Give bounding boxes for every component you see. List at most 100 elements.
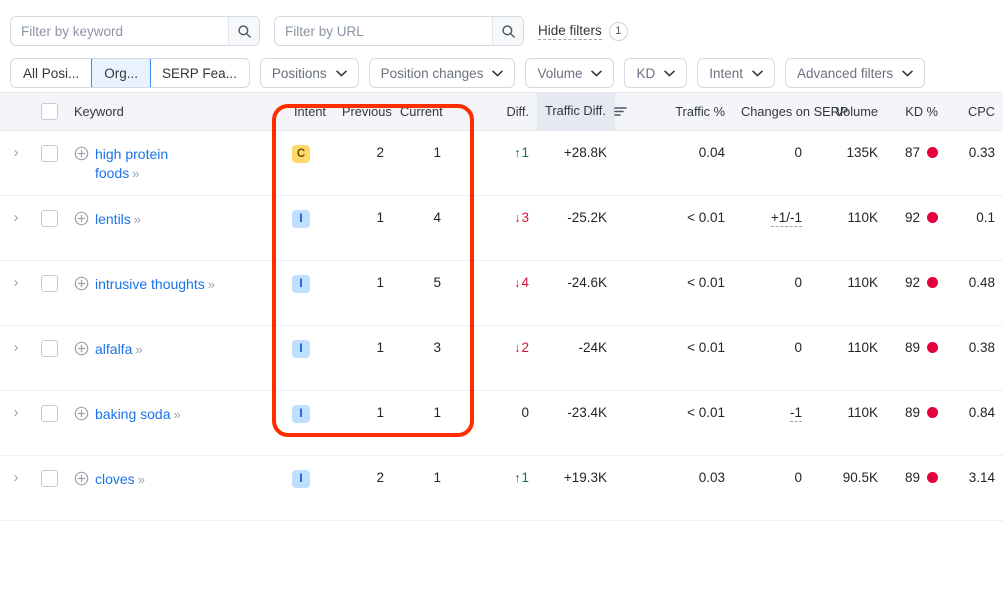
add-keyword-icon[interactable]	[74, 146, 89, 164]
segment-serp-features[interactable]: SERP Fea...	[150, 59, 249, 87]
row-expand-toggle[interactable]: ›	[14, 404, 19, 421]
keyword-text: intrusive thoughts	[95, 276, 205, 292]
header-diff[interactable]: Diff.	[449, 92, 537, 131]
header-keyword[interactable]: Keyword	[66, 92, 218, 131]
filter-positions-label: Positions	[271, 65, 327, 81]
cell-cpc: 0.48	[946, 260, 1003, 326]
cell-changes-on-serp-value: 0	[794, 340, 802, 355]
intent-badge[interactable]: I	[292, 275, 310, 293]
header-traffic-pct[interactable]: Traffic %	[615, 92, 733, 131]
header-cpc[interactable]: CPC	[946, 92, 1003, 131]
url-search-button[interactable]	[492, 17, 523, 45]
intent-badge[interactable]: I	[292, 340, 310, 358]
intent-badge[interactable]: I	[292, 470, 310, 488]
row-expand-toggle[interactable]: ›	[14, 274, 19, 291]
add-keyword-icon[interactable]	[74, 406, 89, 424]
header-select-all[interactable]	[32, 92, 66, 131]
cell-traffic-diff: -25.2K	[537, 195, 615, 261]
cell-changes-on-serp-value[interactable]: +1/-1	[770, 210, 802, 227]
row-expand-toggle[interactable]: ›	[14, 144, 19, 161]
add-keyword-icon[interactable]	[74, 276, 89, 294]
add-keyword-icon[interactable]	[74, 211, 89, 229]
row-select-checkbox[interactable]	[40, 275, 58, 292]
filter-intent[interactable]: Intent	[697, 58, 776, 88]
search-input-keyword[interactable]	[11, 17, 228, 45]
row-select-checkbox[interactable]	[40, 210, 58, 227]
table-row[interactable]: › intrusive thoughts» I 1 5 ↓4 -24.6K < 0.01 0 11…	[0, 260, 1003, 326]
header-previous[interactable]: Previous	[334, 92, 392, 131]
chevron-down-icon	[492, 70, 504, 77]
filter-advanced[interactable]: Advanced filters	[785, 58, 926, 88]
add-keyword-icon[interactable]	[74, 471, 89, 489]
cell-traffic-diff: -24K	[537, 325, 615, 391]
cell-changes-on-serp-value: 0	[794, 145, 802, 160]
cell-kd: 92	[886, 195, 946, 261]
keyword-expand-icon[interactable]: »	[134, 212, 141, 227]
keyword-expand-icon[interactable]: »	[208, 277, 215, 292]
row-select-checkbox[interactable]	[40, 405, 58, 422]
filter-kd[interactable]: KD	[624, 58, 688, 88]
header-intent[interactable]: Intent	[268, 92, 334, 131]
header-kd[interactable]: KD %	[886, 92, 946, 131]
intent-badge[interactable]: I	[292, 210, 310, 228]
table-header-row: Keyword Intent Previous Current Diff. Tr…	[0, 92, 1003, 131]
cell-volume: 135K	[810, 130, 886, 196]
search-input-url[interactable]	[275, 17, 492, 45]
segment-organic[interactable]: Org...	[91, 59, 152, 87]
cell-previous: 1	[334, 260, 392, 326]
row-expand-toggle[interactable]: ›	[14, 339, 19, 356]
keyword-link[interactable]: high protein foods»	[95, 145, 215, 183]
add-keyword-icon[interactable]	[74, 341, 89, 359]
keyword-expand-icon[interactable]: »	[174, 407, 181, 422]
keyword-link[interactable]: cloves»	[95, 470, 145, 489]
keyword-text: cloves	[95, 471, 135, 487]
kd-difficulty-dot-icon	[927, 342, 938, 353]
header-diff-label: Diff.	[506, 104, 529, 119]
cell-traffic-diff: -24.6K	[537, 260, 615, 326]
keyword-text: alfalfa	[95, 341, 133, 357]
filter-position-changes[interactable]: Position changes	[368, 58, 516, 88]
cell-current: 3	[392, 325, 449, 391]
filter-positions[interactable]: Positions	[259, 58, 359, 88]
table-row[interactable]: › alfalfa» I 1 3 ↓2 -24K < 0.01 0 110K 89 0.38	[0, 325, 1003, 391]
keyword-link[interactable]: intrusive thoughts»	[95, 275, 215, 294]
row-expand-toggle[interactable]: ›	[14, 209, 19, 226]
keyword-search-button[interactable]	[228, 17, 259, 45]
segment-all-positions[interactable]: All Posi...	[11, 59, 93, 87]
header-current[interactable]: Current	[392, 92, 449, 131]
filter-volume[interactable]: Volume	[525, 58, 615, 88]
keyword-link[interactable]: baking soda»	[95, 405, 181, 424]
cell-cpc: 3.14	[946, 455, 1003, 521]
cell-diff-value: 4	[521, 275, 529, 290]
table-row[interactable]: › baking soda» I 1 1 0 -23.4K < 0.01 -1 110K 89 0.8…	[0, 390, 1003, 456]
header-traffic-diff[interactable]: Traffic Diff.	[537, 92, 628, 131]
cell-volume: 90.5K	[810, 455, 886, 521]
table-row[interactable]: › cloves» I 2 1 ↑1 +19.3K 0.03 0 90.5K 89 3.14	[0, 455, 1003, 521]
kd-difficulty-dot-icon	[927, 407, 938, 418]
select-all-checkbox[interactable]	[40, 103, 58, 121]
cell-changes-on-serp-value[interactable]: -1	[789, 405, 802, 422]
row-select-checkbox[interactable]	[40, 470, 58, 487]
cell-kd-value: 87	[904, 145, 920, 160]
keyword-link[interactable]: lentils»	[95, 210, 141, 229]
keyword-link[interactable]: alfalfa»	[95, 340, 143, 359]
table-row[interactable]: › lentils» I 1 4 ↓3 -25.2K < 0.01 +1/-1 110K 92 0.1	[0, 195, 1003, 261]
chevron-down-icon	[335, 70, 347, 77]
header-changes-on-serp[interactable]: Changes on SERP	[733, 92, 848, 131]
intent-badge[interactable]: I	[292, 405, 310, 423]
intent-badge[interactable]: C	[292, 145, 310, 163]
row-select-checkbox[interactable]	[40, 340, 58, 357]
cell-cpc-value: 0.48	[968, 275, 995, 290]
keyword-expand-icon[interactable]: »	[138, 472, 145, 487]
cell-volume: 110K	[810, 195, 886, 261]
hide-filters-toggle[interactable]: Hide filters 1	[538, 21, 628, 41]
keyword-filter[interactable]	[10, 16, 260, 46]
row-select-checkbox[interactable]	[40, 145, 58, 162]
row-expand-toggle[interactable]: ›	[14, 469, 19, 486]
keyword-expand-icon[interactable]: »	[135, 342, 142, 357]
cell-previous: 1	[334, 325, 392, 391]
cell-kd: 87	[886, 130, 946, 196]
table-row[interactable]: › high protein foods» C 2 1 ↑1 +28.8K 0.04 0 135K…	[0, 130, 1003, 196]
url-filter[interactable]	[274, 16, 524, 46]
keyword-expand-icon[interactable]: »	[132, 166, 139, 181]
